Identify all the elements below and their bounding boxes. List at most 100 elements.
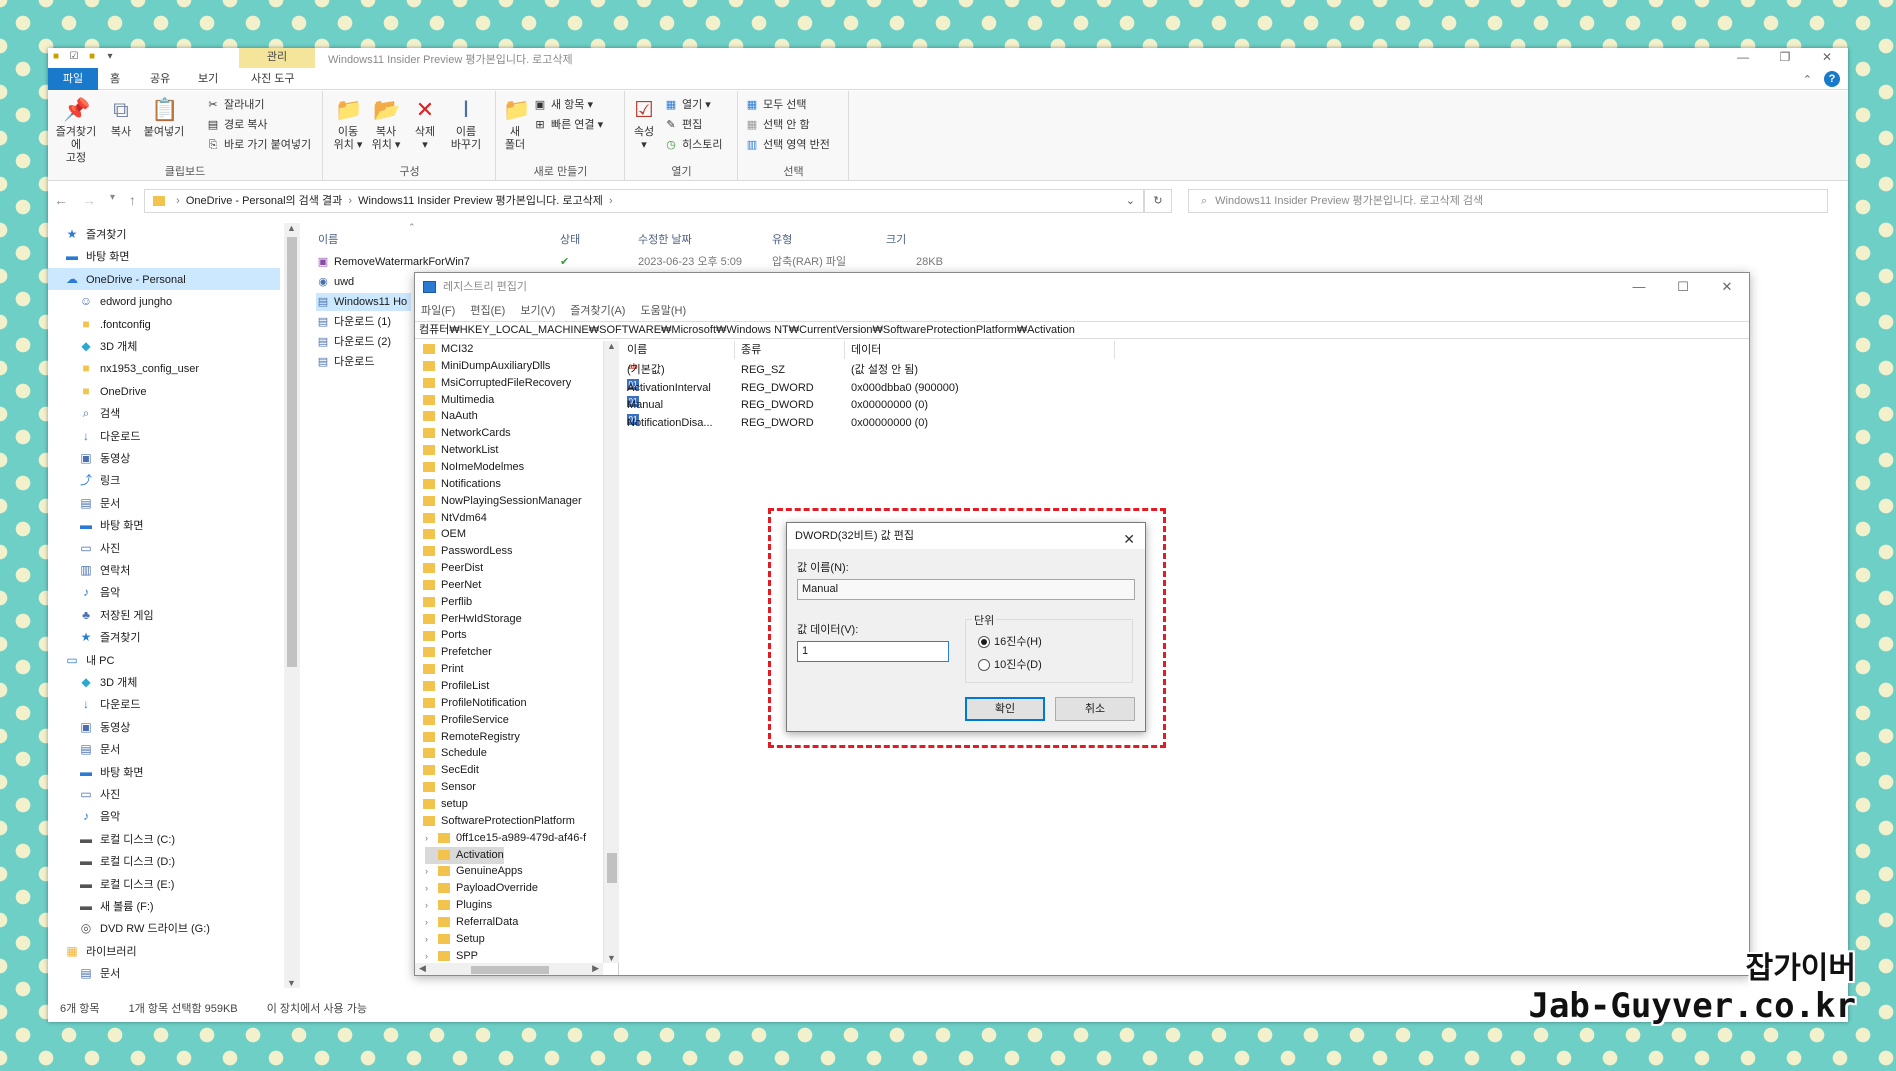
nav-item[interactable]: ↓ 다운로드 — [48, 693, 280, 715]
tree-key[interactable]: SecEdit — [423, 762, 479, 779]
nav-item[interactable]: ▣ 동영상 — [48, 447, 280, 469]
breadcrumb-search-results[interactable]: OneDrive - Personal의 검색 결과 — [186, 195, 342, 207]
tree-key[interactable]: NaAuth — [423, 408, 478, 425]
column-header-type[interactable]: 유형 — [772, 231, 792, 247]
column-header-name[interactable]: 이름 — [318, 231, 338, 247]
nav-item[interactable]: ▬ 바탕 화면 — [48, 514, 280, 536]
properties-button[interactable]: ☑ 속성 ▾ — [630, 97, 658, 152]
nav-item[interactable]: ◆ 3D 개체 — [48, 335, 280, 357]
new-item-button[interactable]: ▣ 새 항목 ▾ — [533, 96, 593, 114]
hexadecimal-radio[interactable]: 16진수(H) — [978, 634, 1042, 650]
rename-button[interactable]: Ⅰ 이름 바꾸기 — [446, 97, 486, 152]
minimize-button[interactable]: — — [1722, 48, 1764, 68]
tree-vertical-scrollbar[interactable]: ▲ ▼ — [603, 341, 619, 963]
nav-item[interactable]: ▭ 사진 — [48, 783, 280, 805]
registry-path-bar[interactable]: 컴퓨터₩HKEY_LOCAL_MACHINE₩SOFTWARE₩Microsof… — [415, 321, 1749, 339]
nav-item[interactable]: ★ 즐겨찾기 — [48, 626, 280, 648]
tree-key[interactable]: ProfileService — [423, 712, 509, 729]
maximize-button[interactable]: ☐ — [1661, 273, 1705, 301]
nav-item[interactable]: ■ OneDrive — [48, 380, 280, 402]
tree-key[interactable]: Ports — [423, 627, 467, 644]
column-header-name[interactable]: 이름 — [621, 341, 735, 359]
value-data-field[interactable]: 1 — [797, 641, 949, 662]
recent-chevron-icon[interactable]: ▾ — [110, 192, 115, 208]
tree-key[interactable]: › ReferralData — [425, 914, 518, 931]
nav-item[interactable]: ■ .fontconfig — [48, 313, 280, 335]
tree-key[interactable]: NoImeModelmes — [423, 459, 524, 476]
navigation-scrollbar[interactable]: ▲ ▼ — [284, 223, 300, 988]
nav-item[interactable]: ↓ 다운로드 — [48, 425, 280, 447]
tree-key[interactable]: PasswordLess — [423, 543, 513, 560]
menu-edit[interactable]: 편집(E) — [470, 305, 505, 317]
tree-key[interactable]: › Setup — [425, 931, 485, 948]
column-header-status[interactable]: 상태 — [560, 231, 580, 247]
decimal-radio[interactable]: 10진수(D) — [978, 657, 1042, 673]
back-arrow-icon[interactable]: ← — [54, 192, 68, 208]
registry-value-row[interactable]: 01 Manual REG_DWORD 0x00000000 (0) — [621, 396, 1221, 414]
expand-chevron-icon[interactable]: › — [425, 897, 435, 914]
nav-item[interactable]: ▣ 동영상 — [48, 716, 280, 738]
nav-item[interactable]: ◆ 3D 개체 — [48, 671, 280, 693]
menu-favorites[interactable]: 즐겨찾기(A) — [570, 305, 625, 317]
forward-arrow-icon[interactable]: → — [82, 192, 96, 208]
move-to-button[interactable]: 📁 이동 위치 ▾ — [332, 97, 364, 152]
address-input[interactable]: › OneDrive - Personal의 검색 결과 › Windows11… — [144, 189, 1144, 213]
tree-key[interactable]: NtVdm64 — [423, 510, 487, 527]
file-row[interactable]: ▤ 다운로드 (1) — [316, 313, 391, 331]
tree-key[interactable]: Prefetcher — [423, 644, 492, 661]
nav-item[interactable]: ▬ 로컬 디스크 (C:) — [48, 828, 280, 850]
nav-item[interactable]: ▬ 바탕 화면 — [48, 245, 280, 267]
tab-view[interactable]: 보기 — [188, 68, 228, 90]
cut-button[interactable]: ✂ 잘라내기 — [206, 96, 264, 114]
nav-item[interactable]: ⌕ 검색 — [48, 402, 280, 424]
tree-key[interactable]: MsiCorruptedFileRecovery — [423, 375, 571, 392]
tree-key-selected[interactable]: Activation — [425, 846, 504, 864]
value-name-field[interactable]: Manual — [797, 579, 1135, 600]
registry-value-row[interactable]: 01 ActivationInterval REG_DWORD 0x000dbba0 … — [621, 378, 1221, 397]
scroll-left-icon[interactable]: ◀ — [419, 963, 426, 974]
edit-button[interactable]: ✎ 편집 — [664, 116, 702, 134]
tree-key[interactable]: RemoteRegistry — [423, 729, 520, 746]
scroll-up-icon[interactable]: ▲ — [287, 223, 296, 233]
file-row[interactable]: ▣ RemoveWatermarkForWin7 ✔ 2023-06-23 오후 … — [316, 253, 943, 271]
column-header-type[interactable]: 종류 — [735, 341, 845, 359]
scroll-up-icon[interactable]: ▲ — [607, 341, 616, 351]
nav-item[interactable]: ♪ 음악 — [48, 581, 280, 603]
nav-item[interactable]: ■ nx1953_config_user — [48, 357, 280, 379]
tree-key[interactable]: Notifications — [423, 476, 501, 493]
nav-item[interactable]: ▭ 사진 — [48, 537, 280, 559]
registry-value-row[interactable]: 01 NotificationDisa... REG_DWORD 0x00000000… — [621, 413, 1221, 432]
nav-item[interactable]: ▬ 로컬 디스크 (E:) — [48, 873, 280, 895]
tree-key[interactable]: Perflib — [423, 594, 472, 611]
delete-button[interactable]: ✕ 삭제 ▾ — [410, 97, 440, 152]
tree-key[interactable]: › Plugins — [425, 897, 492, 914]
nav-item[interactable]: ▥ 연락처 — [48, 559, 280, 581]
registry-value-row[interactable]: ab (기본값) REG_SZ (값 설정 안 됨) — [621, 361, 1221, 379]
select-all-button[interactable]: ▦ 모두 선택 — [745, 96, 807, 114]
nav-item[interactable]: ▤ 문서 — [48, 492, 280, 514]
tree-key[interactable]: MCI32 — [423, 341, 473, 358]
nav-item[interactable]: ▤ 문서 — [48, 738, 280, 760]
new-folder-button[interactable]: 📁 새 폴더 — [503, 97, 530, 152]
scroll-down-icon[interactable]: ▼ — [607, 953, 616, 963]
tab-home[interactable]: 홈 — [100, 68, 130, 90]
up-arrow-icon[interactable]: ↑ — [129, 192, 136, 208]
menu-view[interactable]: 보기(V) — [520, 305, 555, 317]
chevron-down-icon[interactable]: ▾ — [104, 51, 116, 63]
file-row[interactable]: ◉ uwd — [316, 273, 354, 291]
tree-key[interactable]: PeerDist — [423, 560, 483, 577]
refresh-button[interactable]: ↻ — [1144, 189, 1172, 213]
file-row[interactable]: ▤ 다운로드 (2) — [316, 333, 391, 351]
scrollbar-thumb[interactable] — [607, 853, 617, 883]
nav-item[interactable]: ◎ DVD RW 드라이브 (G:) — [48, 917, 280, 939]
nav-item[interactable]: ☺ edword jungho — [48, 290, 280, 312]
help-icon[interactable]: ? — [1824, 71, 1840, 87]
menu-file[interactable]: 파일(F) — [421, 305, 455, 317]
tree-key[interactable]: ProfileNotification — [423, 695, 527, 712]
nav-item[interactable]: ▬ 새 볼륨 (F:) — [48, 895, 280, 917]
chevron-up-icon[interactable]: ⌃ — [1803, 73, 1812, 86]
tree-key[interactable]: ProfileList — [423, 678, 489, 695]
tree-key[interactable]: NetworkCards — [423, 425, 511, 442]
easy-access-button[interactable]: ⊞ 빠른 연결 ▾ — [533, 116, 603, 134]
menu-help[interactable]: 도움말(H) — [641, 305, 687, 317]
